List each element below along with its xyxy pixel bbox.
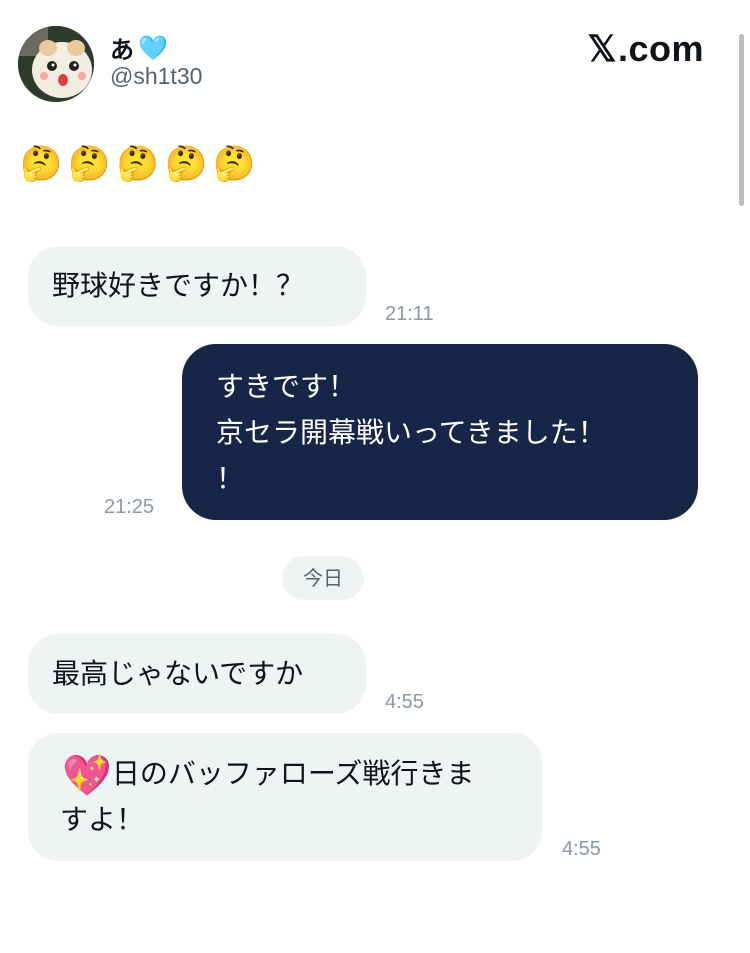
message-bubble-received[interactable]: 💖日のバッファローズ戦行きま すよ！ xyxy=(28,733,542,861)
message-timestamp: 4:55 xyxy=(562,838,601,860)
tweet-text: 🤔 🤔 🤔 🤔 🤔 xyxy=(20,146,256,182)
message-text-line: すきです！ xyxy=(216,370,357,403)
sparkling-heart-icon: 💖 xyxy=(62,753,112,799)
x-logo-icon: 𝕏 xyxy=(587,28,617,69)
user-handle[interactable]: @sh1t30 xyxy=(110,63,202,90)
date-divider: 今日 xyxy=(282,556,364,600)
x-com-brand: 𝕏 .com xyxy=(587,28,704,70)
message-text: 野球好きですか！？ xyxy=(52,269,305,302)
thinking-face-icon: 🤔 xyxy=(20,144,63,184)
thinking-face-icon: 🤔 xyxy=(165,144,208,184)
thinking-face-icon: 🤔 xyxy=(68,144,111,184)
display-name-text: あ xyxy=(110,36,134,64)
message-text: 最高じゃないですか xyxy=(52,657,304,690)
message-text-line: 日のバッファローズ戦行きま xyxy=(111,757,475,790)
message-timestamp: 21:11 xyxy=(385,303,434,325)
message-text-line: 京セラ開幕戦いってきました！ xyxy=(216,416,606,449)
message-timestamp: 4:55 xyxy=(385,691,424,713)
light-blue-heart-icon: 🩵 xyxy=(138,33,168,62)
message-timestamp: 21:25 xyxy=(104,496,155,518)
message-text-line: すよ！ xyxy=(60,803,145,836)
thinking-face-icon: 🤔 xyxy=(116,144,160,184)
message-text-line: ！ xyxy=(216,462,245,495)
message-bubble-received[interactable]: 野球好きですか！？ xyxy=(28,246,366,326)
message-bubble-sent[interactable]: すきです！ 京セラ開幕戦いってきました！ ！ xyxy=(182,344,698,520)
scrollbar[interactable] xyxy=(739,34,744,206)
thinking-face-icon: 🤔 xyxy=(213,144,256,184)
dm-screenshot: あ 🩵 @sh1t30 𝕏 .com 🤔 🤔 🤔 🤔 🤔 野球好きですか！？ 2… xyxy=(0,0,750,953)
message-bubble-received[interactable]: 最高じゃないですか xyxy=(28,634,366,714)
display-name[interactable]: あ 🩵 xyxy=(110,30,168,65)
brand-suffix: .com xyxy=(617,28,704,69)
profile-avatar[interactable] xyxy=(18,26,94,102)
